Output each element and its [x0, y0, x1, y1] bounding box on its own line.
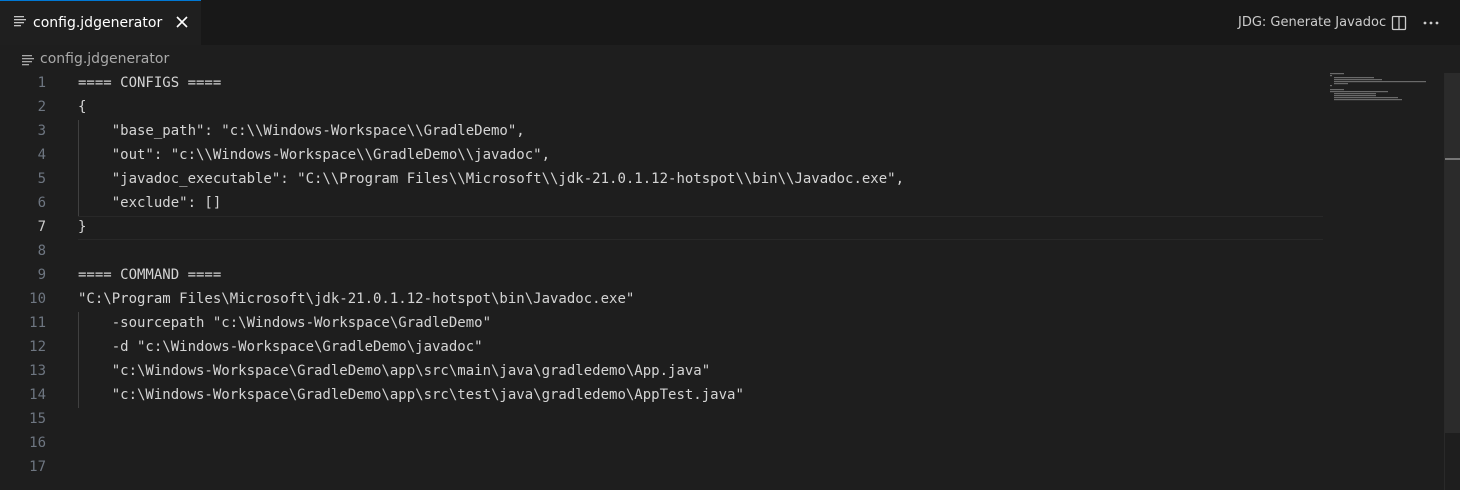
code-line[interactable]: 16: [0, 433, 1325, 457]
vertical-scrollbar[interactable]: [1444, 73, 1460, 490]
code-line-active[interactable]: 7}: [0, 217, 1325, 241]
code-line[interactable]: 11 -sourcepath "c:\Windows-Workspace\Gra…: [0, 313, 1325, 337]
line-number: 9: [37, 267, 46, 283]
code-line[interactable]: 14 "c:\Windows-Workspace\GradleDemo\app\…: [0, 385, 1325, 409]
line-number: 17: [29, 459, 46, 475]
line-text: "C:\Program Files\Microsoft\jdk-21.0.1.1…: [78, 291, 635, 307]
code-line[interactable]: 15: [0, 409, 1325, 433]
line-text: -d "c:\Windows-Workspace\GradleDemo\java…: [78, 339, 483, 355]
line-text: "javadoc_executable": "C:\\Program Files…: [78, 171, 905, 187]
code-editor[interactable]: 1 ==== CONFIGS ==== 2{ 3 "base_path": "c:…: [0, 73, 1444, 490]
line-text: {: [78, 99, 87, 115]
tab-config-jdgenerator[interactable]: config.jdgenerator: [0, 0, 201, 45]
file-lines-icon: [22, 55, 34, 66]
split-editor-icon[interactable]: [1391, 15, 1407, 31]
line-text: "exclude": []: [78, 195, 222, 211]
code-line[interactable]: 10 "C:\Program Files\Microsoft\jdk-21.0.1…: [0, 289, 1325, 313]
code-line[interactable]: 4 "out": "c:\\Windows-Workspace\\GradleD…: [0, 145, 1325, 169]
breadcrumb: config.jdgenerator: [0, 45, 1460, 73]
line-number: 15: [29, 411, 46, 427]
line-number: 13: [29, 363, 46, 379]
line-text: ==== CONFIGS ====: [78, 75, 222, 91]
line-number: 10: [29, 291, 46, 307]
line-number: 5: [37, 171, 46, 187]
minimap[interactable]: [1330, 73, 1440, 113]
line-text: -sourcepath "c:\Windows-Workspace\Gradle…: [78, 315, 492, 331]
line-number: 6: [37, 195, 46, 211]
line-number: 8: [37, 243, 46, 259]
code-line[interactable]: 8: [0, 241, 1325, 265]
code-line[interactable]: 2{: [0, 97, 1325, 121]
generate-javadoc-button[interactable]: JDG: Generate Javadoc: [1238, 15, 1386, 30]
line-number: 4: [37, 147, 46, 163]
code-line[interactable]: 3 "base_path": "c:\\Windows-Workspace\\G…: [0, 121, 1325, 145]
line-number: 16: [29, 435, 46, 451]
code-line[interactable]: 12 -d "c:\Windows-Workspace\GradleDemo\j…: [0, 337, 1325, 361]
line-number: 1: [37, 75, 46, 91]
line-text: "out": "c:\\Windows-Workspace\\GradleDem…: [78, 147, 551, 163]
scrollbar-thumb[interactable]: [1445, 73, 1460, 433]
code-line[interactable]: 9 ==== COMMAND ====: [0, 265, 1325, 289]
code-line[interactable]: 17: [0, 457, 1325, 481]
breadcrumb-file[interactable]: config.jdgenerator: [40, 51, 169, 67]
code-line[interactable]: 5 "javadoc_executable": "C:\\Program Fil…: [0, 169, 1325, 193]
line-text: "base_path": "c:\\Windows-Workspace\\Gra…: [78, 123, 525, 139]
line-number: 2: [37, 99, 46, 115]
code-line[interactable]: 13 "c:\Windows-Workspace\GradleDemo\app\…: [0, 361, 1325, 385]
line-number: 12: [29, 339, 46, 355]
line-text: "c:\Windows-Workspace\GradleDemo\app\src…: [78, 387, 744, 403]
scrollbar-cursor-marker: [1445, 158, 1460, 160]
line-text: }: [78, 219, 87, 235]
line-number: 14: [29, 387, 46, 403]
file-lines-icon: [14, 16, 26, 27]
code-line[interactable]: 6 "exclude": []: [0, 193, 1325, 217]
line-text: "c:\Windows-Workspace\GradleDemo\app\src…: [78, 363, 711, 379]
line-number: 3: [37, 123, 46, 139]
line-text: ==== COMMAND ====: [78, 267, 222, 283]
line-number: 11: [29, 315, 46, 331]
code-line[interactable]: 1 ==== CONFIGS ====: [0, 73, 1325, 97]
line-number: 7: [37, 219, 46, 235]
tab-label: config.jdgenerator: [33, 15, 163, 31]
tab-bar: config.jdgenerator JDG: Generate Javadoc: [0, 0, 1460, 45]
close-icon[interactable]: [172, 12, 192, 32]
more-actions-icon[interactable]: [1422, 15, 1440, 31]
